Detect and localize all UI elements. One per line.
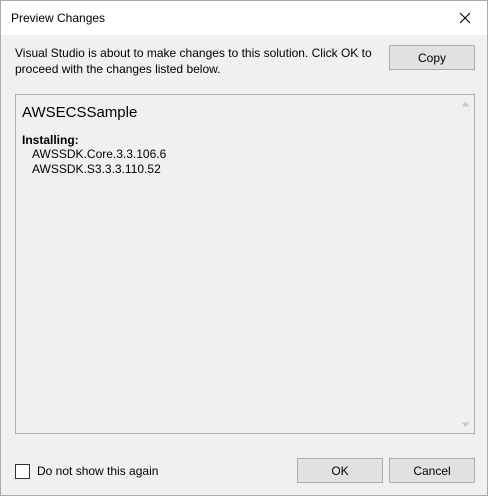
vertical-scrollbar[interactable]	[457, 95, 474, 433]
preview-content: AWSECSSample Installing: AWSSDK.Core.3.3…	[22, 103, 454, 177]
close-icon	[459, 12, 471, 24]
copy-button[interactable]: Copy	[389, 45, 475, 70]
instruction-text: Visual Studio is about to make changes t…	[15, 46, 372, 76]
scroll-up-arrow[interactable]	[457, 95, 474, 112]
chevron-up-icon	[461, 101, 470, 106]
scroll-down-arrow[interactable]	[457, 416, 474, 433]
project-name: AWSECSSample	[22, 104, 138, 121]
chevron-down-icon	[461, 422, 470, 427]
package-item: AWSSDK.S3.3.3.110.52	[32, 162, 161, 176]
preview-changes-dialog: Preview Changes Visual Studio is about t…	[0, 0, 488, 496]
ok-button[interactable]: OK	[297, 458, 383, 483]
window-title: Preview Changes	[11, 11, 106, 25]
do-not-show-option[interactable]: Do not show this again	[15, 463, 158, 479]
changes-preview-box[interactable]: AWSECSSample Installing: AWSSDK.Core.3.3…	[15, 94, 475, 434]
cancel-button[interactable]: Cancel	[389, 458, 475, 483]
close-button[interactable]	[443, 1, 487, 35]
do-not-show-checkbox[interactable]	[15, 463, 30, 479]
title-bar: Preview Changes	[1, 1, 487, 35]
package-item: AWSSDK.Core.3.3.106.6	[32, 147, 167, 161]
do-not-show-label: Do not show this again	[37, 464, 159, 478]
installing-label: Installing:	[22, 133, 79, 147]
